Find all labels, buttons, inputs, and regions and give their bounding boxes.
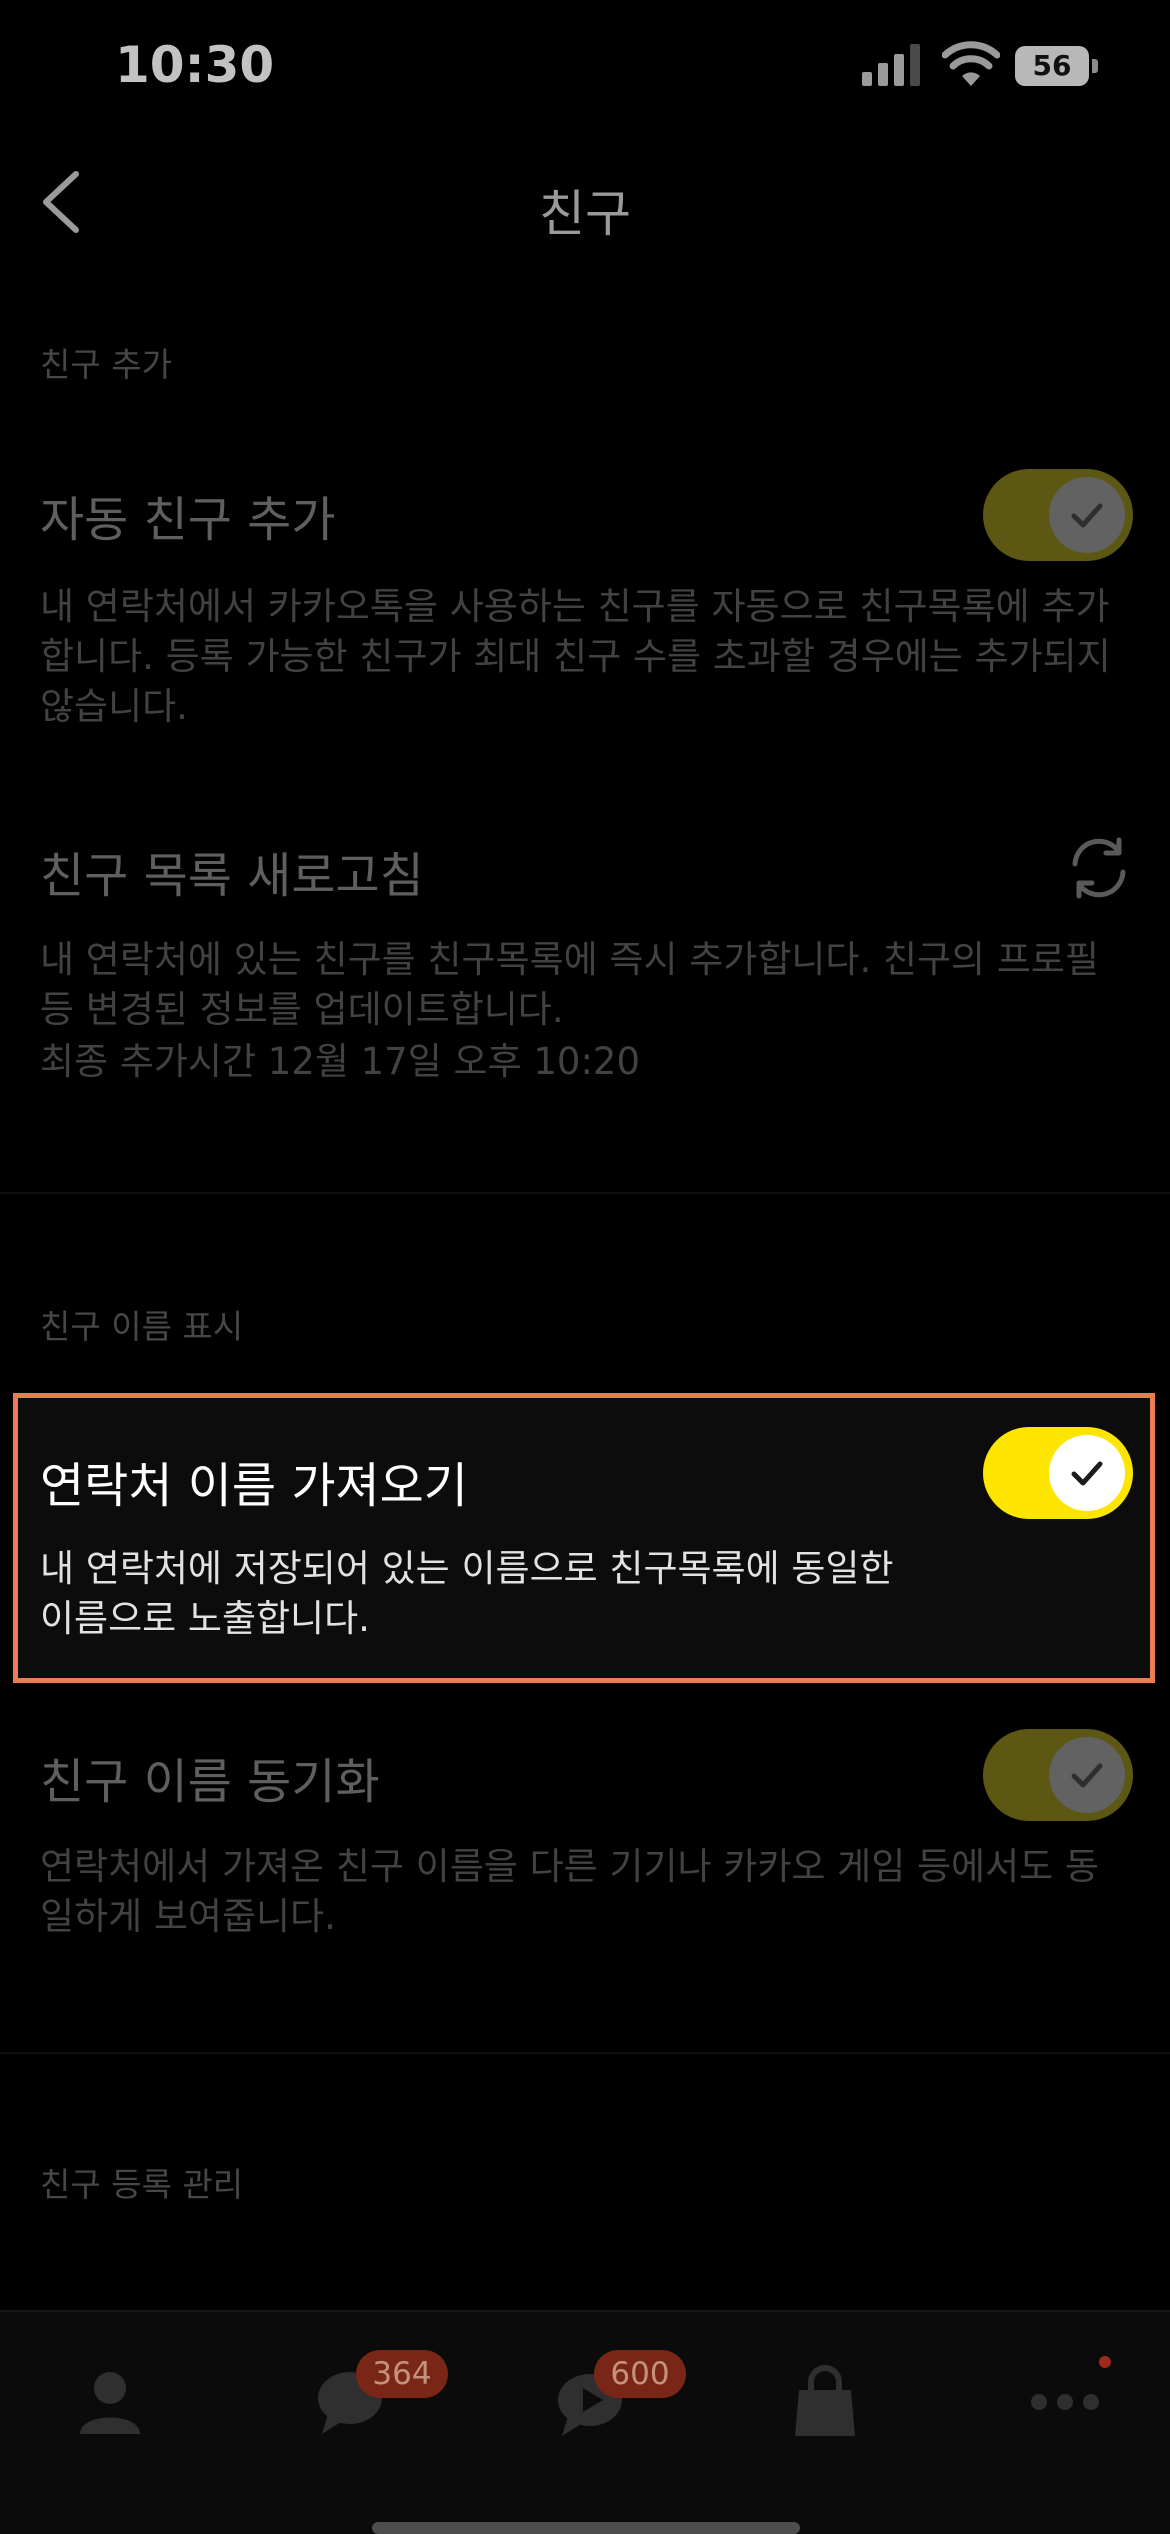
section-divider [0, 1192, 1170, 1194]
battery-level: 56 [1015, 46, 1089, 86]
tab-chats[interactable]: 364 [290, 2350, 448, 2462]
section-header-add: 친구 추가 [40, 345, 172, 384]
shopping-bag-icon [795, 2365, 855, 2436]
import-names-description-line1: 내 연락처에 저장되어 있는 이름으로 친구목록에 동일한 [40, 1547, 894, 1590]
sync-names-description: 연락처에서 가져온 친구 이름을 다른 기기나 카카오 게임 등에서도 동일하게… [40, 1845, 1099, 1938]
section-header-manage: 친구 등록 관리 [40, 2165, 244, 2204]
person-icon [80, 2372, 140, 2434]
refresh-title[interactable]: 친구 목록 새로고침 [40, 836, 424, 906]
refresh-last-added: 최종 추가시간 12월 17일 오후 10:20 [40, 1040, 640, 1083]
sync-names-toggle[interactable] [983, 1729, 1133, 1821]
check-icon [1071, 503, 1103, 528]
auto-add-title: 자동 친구 추가 [40, 492, 336, 548]
wifi-icon [942, 41, 1000, 86]
status-time: 10:30 [115, 36, 275, 94]
toggle-knob [1049, 477, 1125, 553]
auto-add-description: 내 연락처에서 카카오톡을 사용하는 친구를 자동으로 친구목록에 추가합니다.… [40, 585, 1111, 728]
chats-unread-badge: 364 [356, 2350, 448, 2398]
tab-friends[interactable] [50, 2352, 170, 2462]
import-names-description-line2: 이름으로 노출합니다. [40, 1597, 370, 1640]
toggle-knob [1049, 1737, 1125, 1813]
sync-names-title: 친구 이름 동기화 [40, 1754, 380, 1810]
new-indicator-dot [1099, 2356, 1111, 2368]
section-header-display: 친구 이름 표시 [40, 1307, 244, 1346]
page-title: 친구 [539, 185, 631, 243]
home-indicator [372, 2522, 800, 2534]
cellular-signal-icon [862, 44, 920, 86]
tab-openchat[interactable]: 600 [530, 2350, 686, 2462]
navigation-bar: 친구 [0, 140, 1170, 260]
status-bar: 10:30 56 [0, 0, 1170, 130]
battery-indicator: 56 [1015, 46, 1099, 86]
more-dots-icon [1031, 2394, 1099, 2410]
import-names-title: 연락처 이름 가져오기 [40, 1458, 468, 1514]
tab-more[interactable] [1005, 2352, 1125, 2462]
section-divider [0, 2052, 1170, 2054]
refresh-description: 내 연락처에 있는 친구를 친구목록에 즉시 추가합니다. 친구의 프로필 등 … [40, 938, 1099, 1031]
tab-shopping[interactable] [765, 2352, 885, 2462]
auto-add-toggle[interactable] [983, 469, 1133, 561]
import-names-toggle[interactable] [983, 1427, 1133, 1519]
battery-tip [1092, 59, 1098, 73]
bottom-tab-bar: 364 600 [0, 2310, 1170, 2534]
check-icon [1071, 1763, 1103, 1788]
refresh-icon[interactable] [1065, 834, 1133, 902]
toggle-knob [1049, 1435, 1125, 1511]
openchat-unread-badge: 600 [594, 2350, 686, 2398]
check-icon [1071, 1461, 1103, 1486]
